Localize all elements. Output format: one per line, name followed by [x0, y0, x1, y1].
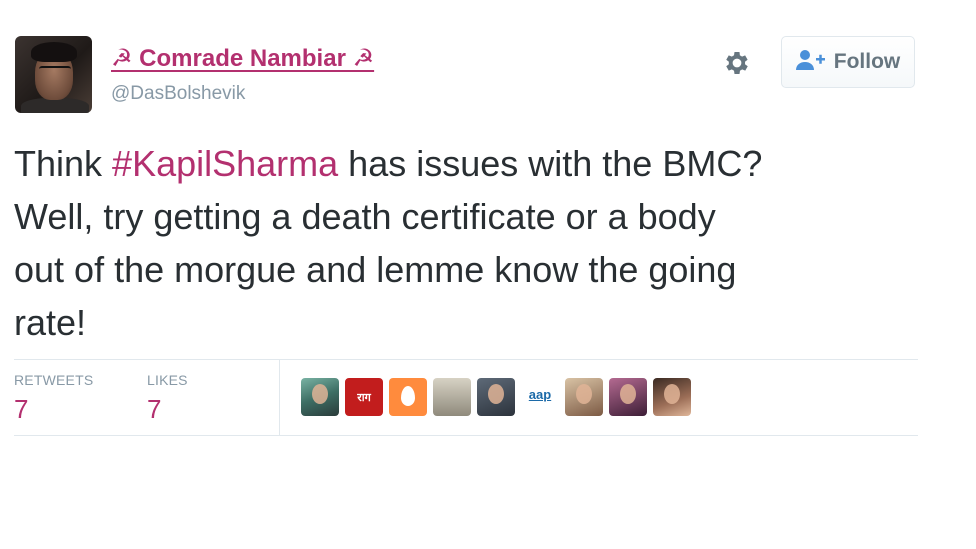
liker-avatar[interactable]: राग — [345, 378, 383, 416]
liker-avatar-text: aap — [528, 387, 552, 402]
tweet-line-3: out of the morgue and lemme know the goi… — [14, 249, 737, 290]
tweet-line-2: Well, try getting a death certificate or… — [14, 196, 716, 237]
retweets-count: 7 — [14, 394, 29, 424]
author-handle[interactable]: @DasBolshevik — [111, 83, 245, 105]
tweet-text-segment: Think — [14, 143, 113, 184]
tweet-text-segment: has issues with the BMC? — [338, 143, 763, 184]
stats-divider-bottom — [14, 435, 918, 436]
liker-avatar[interactable] — [565, 378, 603, 416]
follow-button-label: Follow — [833, 50, 901, 73]
hashtag-link[interactable]: #KapilSharma — [112, 143, 338, 184]
tweet-text: Think #KapilSharma has issues with the B… — [14, 137, 944, 349]
liker-avatar[interactable] — [653, 378, 691, 416]
tweet-card: ☭ Comrade Nambiar ☭ @DasBolshevik Follow… — [0, 0, 976, 549]
retweets-label: RETWEETS — [14, 372, 94, 388]
tweet-line-4: rate! — [14, 302, 87, 343]
author-name[interactable]: ☭ Comrade Nambiar ☭ — [111, 44, 374, 73]
author-avatar[interactable] — [15, 36, 92, 113]
retweets-stat[interactable]: RETWEETS 7 — [14, 372, 93, 425]
liker-avatar[interactable] — [301, 378, 339, 416]
liker-avatar[interactable] — [477, 378, 515, 416]
tweet-line-1: Think #KapilSharma has issues with the B… — [14, 137, 944, 190]
likes-stat[interactable]: LIKES 7 — [147, 372, 188, 425]
liker-avatar[interactable] — [433, 378, 471, 416]
follow-button[interactable]: Follow — [781, 36, 915, 88]
likes-label: LIKES — [147, 372, 188, 388]
stats-divider-top — [14, 359, 918, 360]
stats-divider-vertical — [279, 360, 280, 435]
likers-avatars: राग aap — [301, 378, 691, 416]
liker-avatar[interactable]: aap — [521, 378, 559, 416]
liker-avatar[interactable] — [609, 378, 647, 416]
add-user-icon — [795, 49, 826, 76]
liker-avatar[interactable] — [389, 378, 427, 416]
gear-icon[interactable] — [722, 48, 752, 78]
likes-count: 7 — [147, 394, 162, 424]
liker-avatar-text: राग — [357, 392, 371, 404]
